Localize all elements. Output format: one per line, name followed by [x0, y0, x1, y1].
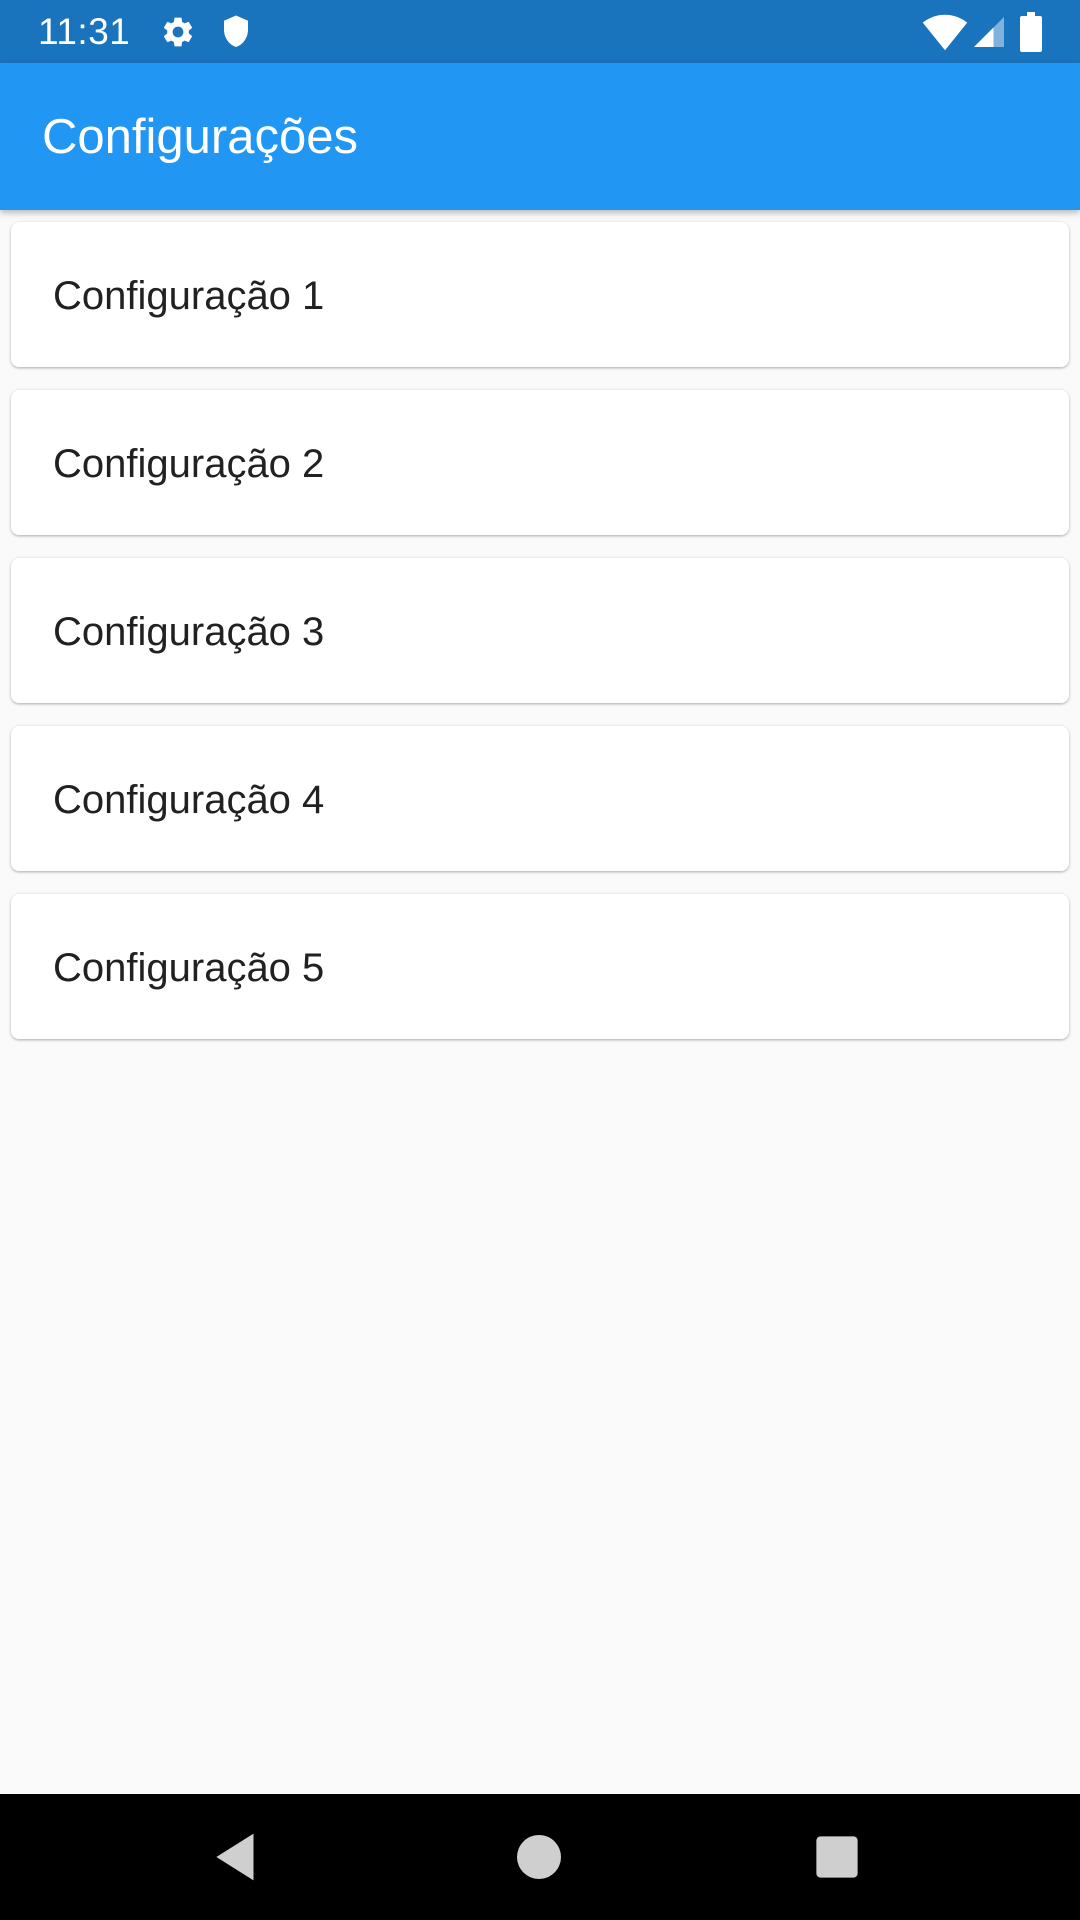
wifi-icon — [922, 12, 968, 52]
settings-item-label: Configuração 2 — [53, 442, 325, 486]
page-title: Configurações — [42, 110, 358, 164]
settings-item-label: Configuração 5 — [53, 946, 325, 990]
settings-item-3[interactable]: Configuração 3 — [11, 558, 1069, 703]
battery-icon — [1020, 12, 1042, 52]
back-icon[interactable] — [204, 1824, 270, 1890]
recents-icon[interactable] — [804, 1824, 870, 1890]
home-icon[interactable] — [506, 1824, 572, 1890]
settings-item-5[interactable]: Configuração 5 — [11, 894, 1069, 1039]
settings-item-label: Configuração 1 — [53, 274, 325, 318]
settings-item-1[interactable]: Configuração 1 — [11, 222, 1069, 367]
shield-icon — [218, 14, 254, 50]
settings-item-label: Configuração 3 — [53, 610, 325, 654]
settings-item-4[interactable]: Configuração 4 — [11, 726, 1069, 871]
app-bar: Configurações — [0, 63, 1080, 210]
screen: 11:31 Configurações Configuração 1 Confi… — [0, 0, 1080, 1920]
signal-icon — [970, 14, 1008, 50]
status-bar: 11:31 — [0, 0, 1080, 63]
status-time: 11:31 — [38, 11, 131, 52]
navigation-bar — [0, 1794, 1080, 1920]
gear-icon — [160, 14, 196, 50]
settings-item-2[interactable]: Configuração 2 — [11, 390, 1069, 535]
settings-item-label: Configuração 4 — [53, 778, 325, 822]
